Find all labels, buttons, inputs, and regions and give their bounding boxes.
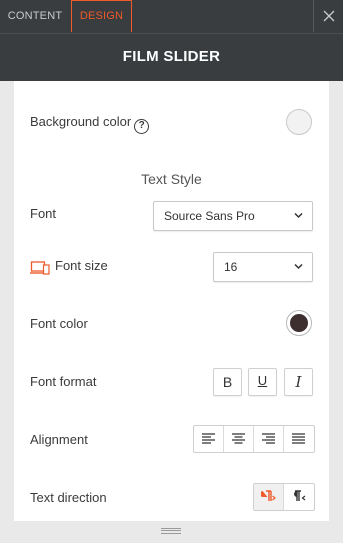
align-right-icon [262, 433, 275, 444]
align-center-icon [232, 433, 245, 444]
font-color-dot [290, 314, 308, 332]
background-color-label: Background color [30, 114, 132, 129]
close-icon [323, 10, 335, 22]
chevron-down-icon [294, 212, 303, 219]
font-color-label: Font color [30, 316, 88, 331]
help-icon[interactable]: ? [134, 119, 150, 134]
font-color-swatch[interactable] [286, 310, 312, 336]
chevron-down-icon [294, 263, 303, 270]
bold-icon: B [222, 374, 233, 390]
font-size-label: Font size [55, 258, 108, 273]
underline-button[interactable]: U [248, 368, 277, 396]
settings-panel: Background color? Text Style Font Source… [14, 81, 329, 521]
desktop-responsive-icon[interactable] [30, 261, 50, 275]
background-color-swatch[interactable] [286, 109, 312, 135]
italic-icon: I [295, 373, 302, 391]
background-color-row: Background color? [30, 114, 150, 134]
font-select-value: Source Sans Pro [164, 209, 255, 223]
font-select[interactable]: Source Sans Pro [153, 201, 313, 231]
align-justify-icon [292, 433, 305, 444]
panel-title: FILM SLIDER [122, 48, 221, 65]
underline-icon: U [257, 373, 268, 388]
font-label: Font [30, 206, 57, 221]
tab-content[interactable]: CONTENT [0, 0, 70, 32]
alignment-button-group [193, 425, 315, 453]
text-style-heading: Text Style [141, 171, 202, 187]
close-button[interactable] [313, 0, 343, 32]
align-justify-button[interactable] [284, 426, 314, 452]
rtl-paragraph-icon [294, 490, 306, 501]
ltr-paragraph-icon [261, 490, 276, 501]
bold-button[interactable]: B [213, 368, 242, 396]
align-left-button[interactable] [194, 426, 224, 452]
font-size-select[interactable]: 16 [213, 252, 313, 282]
align-center-button[interactable] [224, 426, 254, 452]
text-direction-button-group [253, 483, 315, 511]
ltr-direction-button[interactable] [254, 484, 284, 510]
font-format-label: Font format [30, 374, 97, 389]
font-size-value: 16 [224, 260, 238, 274]
resize-handle[interactable] [0, 521, 343, 543]
italic-button[interactable]: I [284, 368, 313, 396]
align-left-icon [202, 433, 215, 444]
panel-header: FILM SLIDER [0, 33, 343, 81]
grip-icon [161, 528, 181, 534]
text-direction-label: Text direction [30, 490, 107, 505]
align-right-button[interactable] [254, 426, 284, 452]
alignment-label: Alignment [30, 432, 88, 447]
top-tab-bar: CONTENT DESIGN [0, 0, 343, 33]
tab-design[interactable]: DESIGN [71, 0, 132, 32]
rtl-direction-button[interactable] [284, 484, 314, 510]
